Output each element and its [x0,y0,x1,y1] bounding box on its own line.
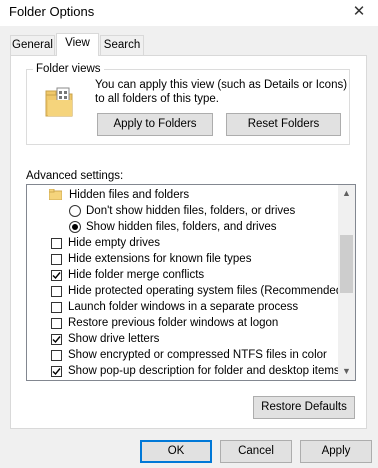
checkmark-icon [52,368,61,376]
checkmark-icon [52,272,61,280]
checkmark-icon [52,336,61,344]
checkbox[interactable] [51,318,62,329]
checkbox[interactable] [51,238,62,249]
folder-views-label: Folder views [33,63,104,75]
folder-icon [48,188,63,201]
list-item-label: Hide extensions for known file types [68,253,252,265]
vertical-scrollbar[interactable]: ▲ ▼ [338,185,355,380]
tab-view[interactable]: View [56,33,99,56]
checkbox[interactable] [51,270,62,281]
list-item-label: Show drive letters [68,333,160,345]
list-item-label: Don't show hidden files, folders, or dri… [86,205,296,217]
ok-button[interactable]: OK [140,440,212,463]
checkbox[interactable] [51,302,62,313]
folder-views-icon [45,86,75,118]
list-item-label: Show encrypted or compressed NTFS files … [68,349,327,361]
close-button[interactable]: ✕ [344,0,374,24]
checkbox[interactable] [51,334,62,345]
radio-button[interactable] [69,205,81,217]
checkbox[interactable] [51,366,62,377]
tab-label: Search [103,39,141,51]
list-item-label: Launch folder windows in a separate proc… [68,301,299,313]
advanced-settings-list[interactable]: Hidden files and folders Don't show hidd… [26,184,356,381]
folder-views-description: You can apply this view (such as Details… [95,79,348,105]
title-bar: Folder Options ✕ [0,0,378,26]
cancel-button[interactable]: Cancel [220,440,292,463]
list-item-label: Hide empty drives [68,237,161,249]
list-item-label: Hide protected operating system files (R… [68,285,347,297]
advanced-settings-label: Advanced settings: [26,170,124,182]
list-item-label: Restore previous folder windows at logon [68,317,279,329]
scrollbar-thumb[interactable] [340,235,353,293]
list-item-label: Show pop-up description for folder and d… [68,365,340,377]
reset-folders-button[interactable]: Reset Folders [226,113,341,136]
apply-button[interactable]: Apply [300,440,372,463]
checkbox[interactable] [51,286,62,297]
scroll-down-arrow-icon[interactable]: ▼ [338,363,355,380]
restore-defaults-button[interactable]: Restore Defaults [253,396,355,419]
list-item-label: Hide folder merge conflicts [68,269,205,281]
radio-selected-dot [72,224,78,230]
checkbox[interactable] [51,350,62,361]
list-item-label: Show hidden files, folders, and drives [86,221,277,233]
tab-label: View [65,37,90,49]
window-title: Folder Options [9,4,95,19]
tab-search[interactable]: Search [100,35,144,55]
checkbox[interactable] [51,254,62,265]
radio-button[interactable] [69,221,81,233]
apply-to-folders-button[interactable]: Apply to Folders [97,113,213,136]
scroll-up-arrow-icon[interactable]: ▲ [338,185,355,202]
tab-label: General [12,39,53,51]
tab-general[interactable]: General [10,35,55,55]
list-item-label: Hidden files and folders [69,189,190,201]
